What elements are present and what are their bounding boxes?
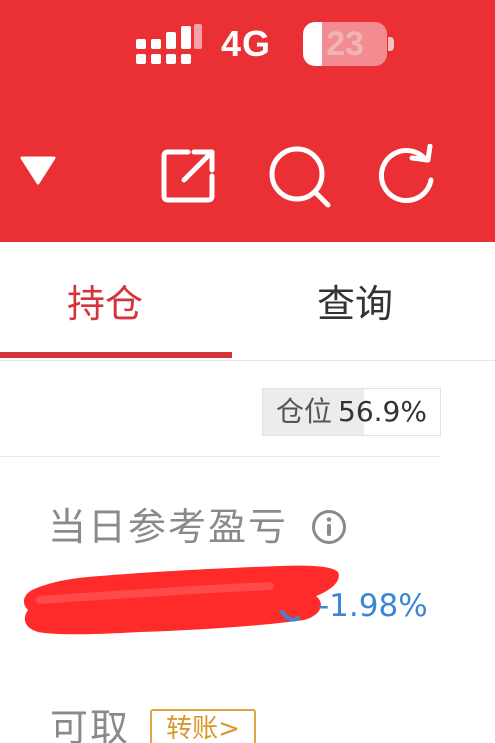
toolbar <box>0 130 495 220</box>
refresh-icon <box>378 144 434 203</box>
transfer-button[interactable]: 转账> <box>150 709 256 743</box>
battery-icon: 23 <box>303 22 387 66</box>
section-divider <box>0 456 440 457</box>
withdrawable-label: 可取 <box>50 706 131 743</box>
app-screen: 4G 23 持仓 查询 仓位 56.9% 当日参考盈亏 -1.98% 可取 转账… <box>0 0 495 743</box>
position-ratio-value: 56.9% <box>338 395 427 428</box>
signal-bars-icon <box>136 24 202 64</box>
header: 4G 23 <box>0 0 495 242</box>
battery-terminal <box>388 37 394 51</box>
info-icon[interactable] <box>311 509 347 545</box>
daily-pnl-label: 当日参考盈亏 <box>48 505 289 549</box>
position-ratio-badge: 仓位 56.9% <box>262 388 441 436</box>
share-icon <box>161 149 215 203</box>
redacted-pnl-amount <box>23 565 339 635</box>
daily-pnl-percent: -1.98% <box>318 588 428 624</box>
caret-down-icon <box>20 156 56 185</box>
tab-holdings[interactable]: 持仓 <box>0 276 210 332</box>
tab-query[interactable]: 查询 <box>250 276 460 332</box>
active-tab-indicator <box>0 352 232 358</box>
position-ratio-label: 仓位 <box>276 395 333 428</box>
search-icon <box>269 146 331 208</box>
tab-bar: 持仓 查询 <box>0 242 495 361</box>
share-button[interactable] <box>158 144 220 206</box>
chevron-right-icon: > <box>218 714 240 743</box>
battery-level-label: 23 <box>326 25 364 63</box>
network-type-label: 4G <box>221 23 272 64</box>
search-button[interactable] <box>268 144 332 208</box>
transfer-button-label: 转账 <box>166 714 219 743</box>
account-dropdown-button[interactable] <box>20 155 56 185</box>
refresh-button[interactable] <box>376 144 436 206</box>
status-bar: 4G 23 <box>0 0 495 90</box>
